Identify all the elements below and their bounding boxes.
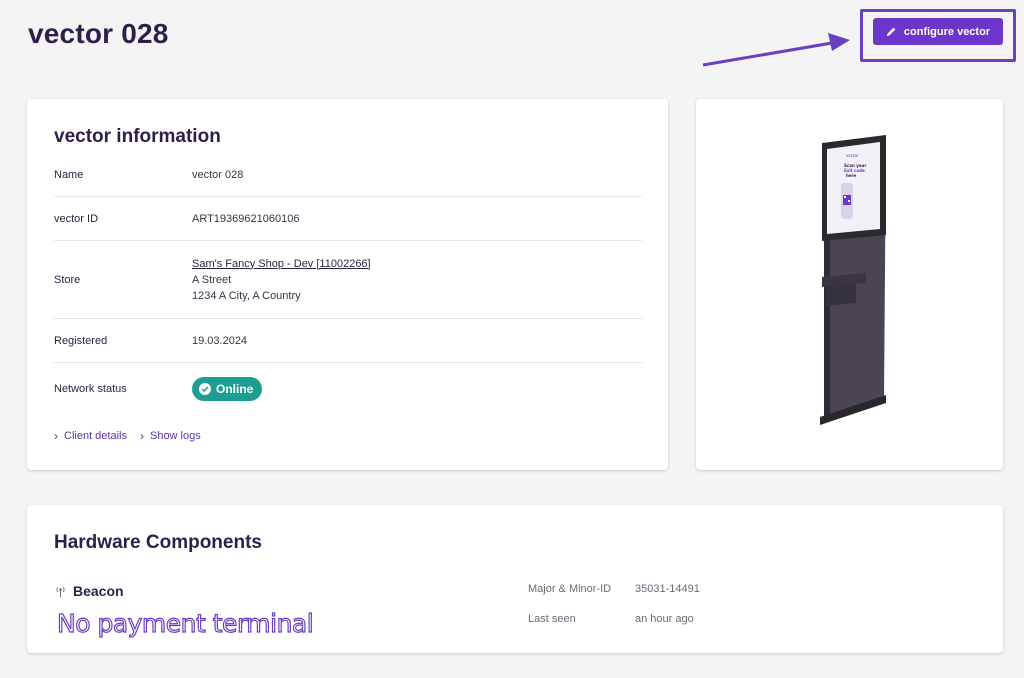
status-badge: Online — [192, 377, 263, 401]
qr-code-dot — [848, 200, 850, 202]
detail-links: › Client details › Show logs — [54, 429, 201, 443]
beacon-meta: Major & Minor-ID 35031-14491 Last seen a… — [528, 583, 700, 643]
vector-image-card: vector Scan your Exit code here — [696, 99, 1003, 470]
store-city: 1234 A City, A Country — [192, 289, 301, 302]
info-label-network-status: Network status — [54, 383, 127, 395]
beacon-meta-row-last-seen: Last seen an hour ago — [528, 613, 700, 643]
info-label-name: Name — [54, 169, 84, 181]
configure-vector-label: configure vector — [903, 25, 991, 38]
kiosk-screen-line3: here — [846, 173, 857, 178]
no-payment-terminal-annotation: No payment terminal — [56, 608, 314, 638]
client-details-label: Client details — [64, 430, 127, 442]
kiosk-image: vector Scan your Exit code here — [820, 135, 886, 425]
major-minor-label: Major & Minor-ID — [528, 583, 612, 595]
vector-information-title: vector information — [54, 126, 221, 147]
beacon-item: Beacon — [54, 583, 124, 599]
info-value-network-status: Online — [192, 377, 642, 401]
show-logs-link[interactable]: › Show logs — [140, 429, 201, 443]
info-row-registered: Registered 19.03.2024 — [54, 319, 642, 363]
kiosk-scanner — [826, 284, 856, 306]
vector-information-card: vector information Name vector 028 vecto… — [27, 99, 668, 470]
last-seen-value: an hour ago — [635, 613, 694, 625]
info-row-name: Name vector 028 — [54, 154, 642, 197]
info-row-vector-id: vector ID ART19369621060106 — [54, 197, 642, 241]
hardware-components-card: Hardware Components Beacon No payment te… — [27, 505, 1003, 653]
info-row-store: Store Sam's Fancy Shop - Dev [11002266] … — [54, 241, 642, 319]
info-value-vector-id: ART19369621060106 — [192, 212, 300, 225]
qr-code-dot — [844, 196, 846, 198]
hardware-components-title: Hardware Components — [54, 532, 262, 553]
kiosk-screen-brand: vector — [846, 153, 859, 158]
info-label-vector-id: vector ID — [54, 212, 99, 225]
beacon-meta-row-id: Major & Minor-ID 35031-14491 — [528, 583, 700, 613]
store-link[interactable]: Sam's Fancy Shop - Dev [11002266] — [192, 258, 371, 270]
pencil-icon — [886, 27, 896, 37]
chevron-right-icon: › — [139, 429, 144, 443]
info-label-store: Store — [54, 273, 81, 286]
status-badge-label: Online — [216, 382, 254, 396]
beacon-icon — [56, 586, 65, 597]
store-street: A Street — [192, 273, 232, 286]
page-title: vector 028 — [28, 18, 169, 49]
check-circle-icon — [199, 383, 211, 395]
chevron-right-icon: › — [54, 429, 58, 443]
show-logs-label: Show logs — [149, 430, 201, 442]
info-value-store: Sam's Fancy Shop - Dev [11002266] A Stre… — [192, 256, 642, 304]
last-seen-label: Last seen — [528, 613, 576, 625]
annotation-arrow-to-configure — [702, 33, 850, 67]
info-row-network-status: Network status Online — [54, 363, 642, 415]
vector-information-table: Name vector 028 vector ID ART19369621060… — [54, 154, 642, 415]
client-details-link[interactable]: › Client details — [54, 429, 127, 443]
major-minor-value: 35031-14491 — [635, 583, 700, 595]
configure-vector-button[interactable]: configure vector — [873, 18, 1003, 45]
info-label-registered: Registered — [54, 334, 108, 347]
beacon-label: Beacon — [73, 583, 124, 599]
info-value-name: vector 028 — [192, 169, 244, 181]
info-value-registered: 19.03.2024 — [192, 334, 248, 347]
